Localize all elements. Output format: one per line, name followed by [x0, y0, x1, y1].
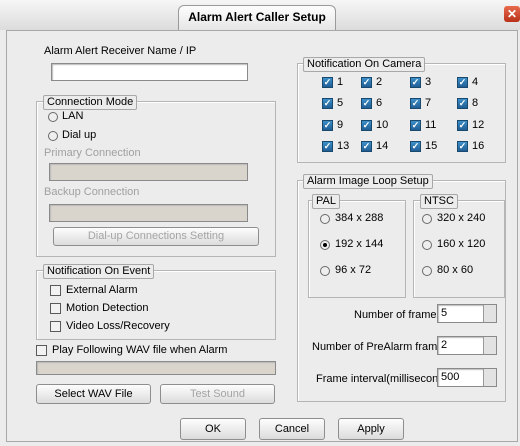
camera-label: 13: [337, 140, 350, 152]
prealarm-spin-icon[interactable]: [483, 337, 496, 354]
camera-checkbox[interactable]: ✓: [361, 120, 372, 131]
camera-checkbox[interactable]: ✓: [457, 141, 468, 152]
camera-checkbox[interactable]: ✓: [361, 98, 372, 109]
camera-label: 6: [376, 97, 383, 109]
video-loss-checkbox[interactable]: [50, 321, 61, 332]
camera-checkbox[interactable]: ✓: [322, 141, 333, 152]
camera-label: 5: [337, 97, 344, 109]
connection-mode-legend: Connection Mode: [43, 95, 138, 110]
prealarm-label: Number of PreAlarm frames:: [312, 341, 452, 353]
external-alarm-checkbox[interactable]: [50, 285, 61, 296]
pal-option-radio[interactable]: [320, 266, 330, 276]
prealarm-stepper[interactable]: 2: [437, 336, 497, 355]
pal-option-label: 384 x 288: [335, 212, 384, 224]
window-title: Alarm Alert Caller Setup: [178, 5, 336, 30]
motion-detection-checkbox[interactable]: [50, 303, 61, 314]
ok-button[interactable]: OK: [180, 418, 246, 440]
camera-checkbox[interactable]: ✓: [457, 98, 468, 109]
notification-event-legend: Notification On Event: [43, 264, 155, 279]
apply-button[interactable]: Apply: [338, 418, 404, 440]
ntsc-option-radio[interactable]: [422, 240, 432, 250]
camera-label: 7: [425, 97, 432, 109]
camera-label: 2: [376, 76, 383, 88]
notification-camera-legend: Notification On Camera: [303, 57, 426, 72]
ntsc-option-radio[interactable]: [422, 214, 432, 224]
camera-label: 10: [376, 119, 389, 131]
ntsc-option-radio[interactable]: [422, 266, 432, 276]
camera-label: 8: [472, 97, 479, 109]
interval-stepper[interactable]: 500: [437, 368, 497, 387]
receiver-input[interactable]: [51, 63, 248, 81]
camera-checkbox[interactable]: ✓: [410, 141, 421, 152]
interval-spin-icon[interactable]: [483, 369, 496, 386]
cancel-button[interactable]: Cancel: [259, 418, 325, 440]
ntsc-option-label: 80 x 60: [437, 264, 474, 276]
dialup-settings-button[interactable]: Dial-up Connections Setting: [53, 227, 259, 246]
camera-checkbox[interactable]: ✓: [410, 120, 421, 131]
camera-checkbox[interactable]: ✓: [322, 120, 333, 131]
lan-radio[interactable]: [48, 112, 58, 122]
pal-option-label: 96 x 72: [335, 264, 372, 276]
camera-label: 9: [337, 119, 344, 131]
dialup-radio[interactable]: [48, 131, 58, 141]
external-alarm-label: External Alarm: [66, 284, 138, 296]
wav-path-field[interactable]: [36, 361, 276, 375]
camera-label: 11: [425, 119, 437, 131]
lan-label: LAN: [62, 110, 84, 122]
ntsc-option-label: 320 x 240: [437, 212, 486, 224]
motion-detection-label: Motion Detection: [66, 302, 149, 314]
image-loop-legend: Alarm Image Loop Setup: [303, 174, 433, 189]
camera-checkbox[interactable]: ✓: [410, 98, 421, 109]
camera-checkbox[interactable]: ✓: [457, 77, 468, 88]
pal-option-radio[interactable]: [320, 240, 330, 250]
camera-label: 12: [472, 119, 485, 131]
test-sound-button[interactable]: Test Sound: [160, 384, 275, 404]
backup-connection-field[interactable]: [49, 204, 248, 222]
frames-value: 5: [441, 307, 448, 319]
camera-label: 1: [337, 76, 344, 88]
pal-legend: PAL: [312, 194, 340, 209]
prealarm-value: 2: [441, 339, 448, 351]
primary-connection-label: Primary Connection: [44, 147, 141, 159]
frames-label: Number of frames:: [354, 309, 446, 321]
ntsc-option-label: 160 x 120: [437, 238, 486, 250]
camera-label: 15: [425, 140, 438, 152]
interval-value: 500: [441, 371, 460, 383]
select-wav-button[interactable]: Select WAV File: [36, 384, 151, 404]
camera-label: 14: [376, 140, 389, 152]
camera-label: 4: [472, 76, 479, 88]
interval-label: Frame interval(millisecond):: [316, 373, 452, 385]
camera-checkbox[interactable]: ✓: [322, 98, 333, 109]
dialup-label: Dial up: [62, 129, 97, 141]
camera-checkbox[interactable]: ✓: [322, 77, 333, 88]
camera-checkbox[interactable]: ✓: [410, 77, 421, 88]
camera-checkbox[interactable]: ✓: [457, 120, 468, 131]
video-loss-label: Video Loss/Recovery: [66, 320, 170, 332]
frames-spin-icon[interactable]: [483, 305, 496, 322]
camera-checkbox[interactable]: ✓: [361, 141, 372, 152]
camera-label: 16: [472, 140, 485, 152]
close-icon[interactable]: ✕: [504, 6, 520, 22]
receiver-label: Alarm Alert Receiver Name / IP: [44, 45, 197, 57]
ntsc-legend: NTSC: [420, 194, 458, 209]
camera-label: 3: [425, 76, 432, 88]
pal-option-label: 192 x 144: [335, 238, 384, 250]
camera-checkbox[interactable]: ✓: [361, 77, 372, 88]
frames-stepper[interactable]: 5: [437, 304, 497, 323]
backup-connection-label: Backup Connection: [44, 186, 140, 198]
primary-connection-field[interactable]: [49, 163, 248, 181]
play-wav-checkbox[interactable]: [36, 345, 47, 356]
pal-option-radio[interactable]: [320, 214, 330, 224]
play-wav-label: Play Following WAV file when Alarm: [52, 344, 228, 356]
